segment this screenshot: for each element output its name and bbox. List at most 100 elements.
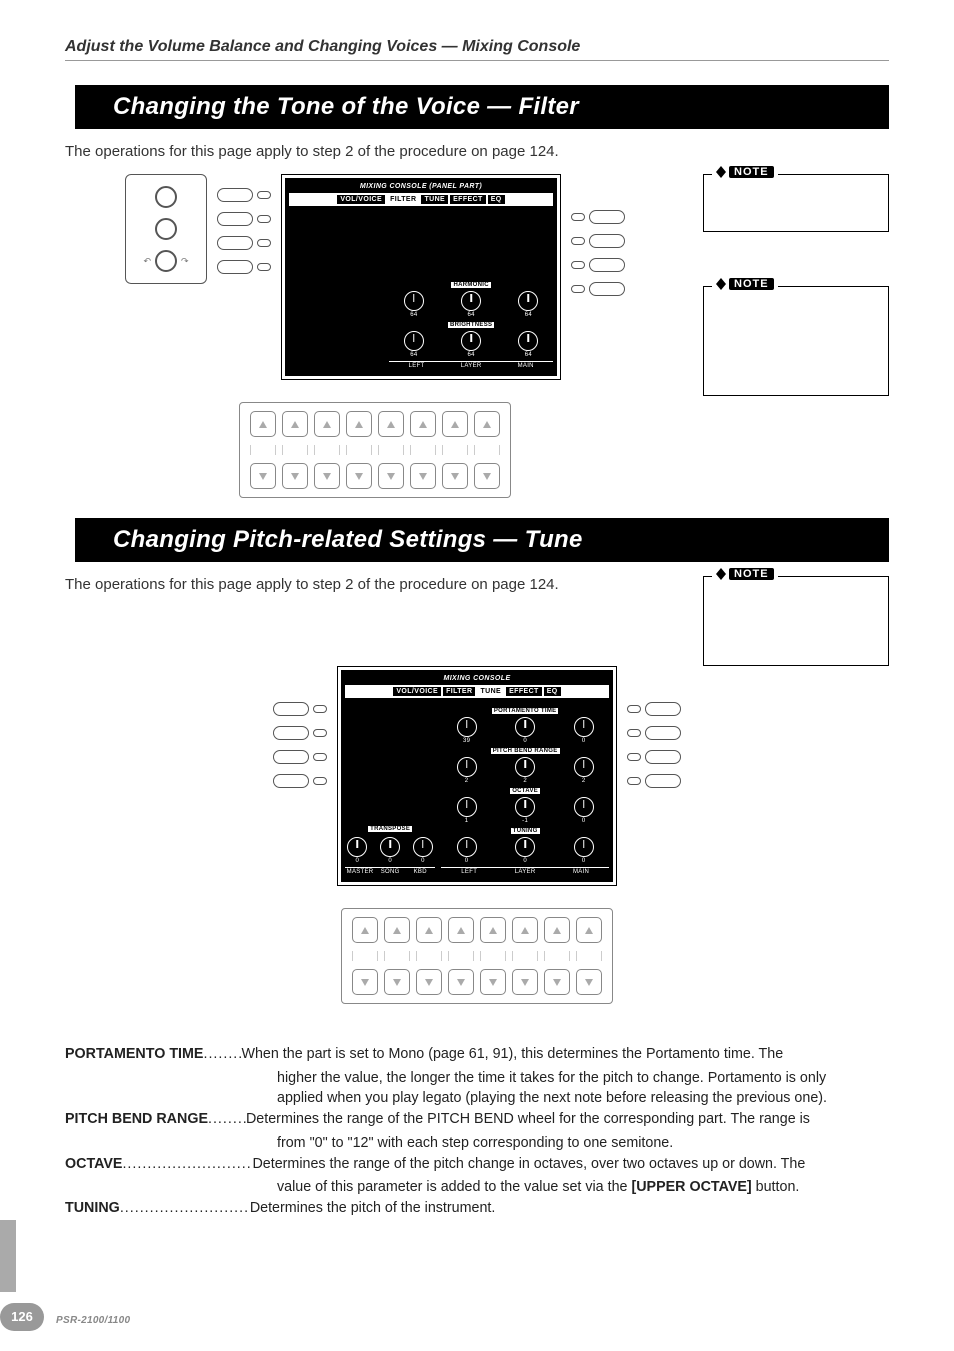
knob-value: 0	[413, 858, 433, 864]
arrow-down-button	[384, 969, 410, 995]
knob-icon	[574, 797, 594, 817]
tab: EQ	[543, 686, 562, 697]
col-label: LEFT	[441, 867, 497, 876]
knob-icon	[457, 797, 477, 817]
arrow-down-button	[378, 463, 404, 489]
oval-button	[645, 726, 681, 740]
oval-button-small	[313, 705, 327, 713]
knob-icon	[380, 837, 400, 857]
oval-button	[589, 210, 625, 224]
tab: VOL/VOICE	[392, 686, 442, 697]
def-text-cont: applied when you play legato (playing th…	[277, 1088, 889, 1109]
diagram-tune-area: MIXING CONSOLE VOL/VOICE FILTER TUNE EFF…	[65, 666, 889, 1004]
note-box-tune: NOTE	[703, 576, 889, 666]
oval-button-small	[627, 753, 641, 761]
panel-left-buttons	[217, 174, 271, 274]
col-label: LEFT	[389, 361, 444, 370]
screen-title: MIXING CONSOLE (PANEL PART)	[289, 182, 553, 191]
device-row-tune: MIXING CONSOLE VOL/VOICE FILTER TUNE EFF…	[273, 666, 681, 886]
oval-button-small	[571, 237, 585, 245]
def-label-octave: OCTAVE	[65, 1154, 122, 1175]
def-text: Determines the range of the pitch change…	[252, 1154, 889, 1175]
def-text-cont: higher the value, the longer the time it…	[277, 1068, 889, 1089]
def-text-cont: from "0" to "12" with each step correspo…	[277, 1133, 889, 1154]
oval-button-small	[313, 753, 327, 761]
knob-icon	[461, 291, 481, 311]
panel-left-buttons-tune	[273, 666, 327, 788]
knob-icon	[574, 717, 594, 737]
knob-icon	[574, 757, 594, 777]
oval-button	[273, 702, 309, 716]
knob-value: 0	[515, 738, 535, 744]
arrow-up-button	[282, 411, 308, 437]
oval-button-small	[257, 239, 271, 247]
oval-button	[217, 260, 253, 274]
section-label-transpose: TRANSPOSE	[368, 826, 412, 832]
oval-button	[273, 774, 309, 788]
knob-value: 2	[457, 778, 477, 784]
arrow-down-button	[416, 969, 442, 995]
diagram-filter-area: ↶↷ MIXING CONSOLE (PANEL PART) VOL/VOICE…	[65, 174, 889, 498]
def-text: When the part is set to Mono (page 61, 9…	[241, 1044, 889, 1065]
arrow-down-button	[250, 463, 276, 489]
panel-knob-icon	[155, 250, 177, 272]
knob-icon	[404, 331, 424, 351]
arrow-up-button	[416, 917, 442, 943]
oval-button-small	[627, 777, 641, 785]
section-label-harmonic: HARMONIC	[451, 282, 490, 288]
note-label: NOTE	[729, 278, 774, 290]
note-label: NOTE	[729, 568, 774, 580]
knob-icon	[461, 331, 481, 351]
tab: EFFECT	[449, 194, 487, 205]
under-buttons-row-tune	[341, 908, 613, 1004]
def-label-pitchbend: PITCH BEND RANGE	[65, 1109, 208, 1130]
oval-button-small	[627, 705, 641, 713]
arrow-up-button	[378, 411, 404, 437]
oval-button-small	[313, 729, 327, 737]
arrow-up-button	[442, 411, 468, 437]
knob-icon	[574, 837, 594, 857]
arrow-down-button	[346, 463, 372, 489]
arrow-up-button	[410, 411, 436, 437]
oval-button	[645, 702, 681, 716]
arrow-down-button	[314, 463, 340, 489]
panel-right-buttons	[571, 174, 625, 296]
knob-value: 0	[574, 858, 594, 864]
arrow-up-button	[576, 917, 602, 943]
def-label-portamento: PORTAMENTO TIME	[65, 1044, 203, 1065]
def-label-tuning: TUNING	[65, 1198, 120, 1219]
col-label: MAIN	[498, 361, 553, 370]
knob-value: 64	[518, 312, 538, 318]
screen-tabs: VOL/VOICE FILTER TUNE EFFECT EQ	[289, 193, 553, 206]
parameter-definitions: PORTAMENTO TIME When the part is set to …	[65, 1044, 889, 1219]
arrow-up-button	[448, 917, 474, 943]
note-box-1: NOTE	[703, 174, 889, 232]
panel-right-buttons-tune	[627, 666, 681, 788]
screen-title-tune: MIXING CONSOLE	[345, 674, 609, 683]
note-icon	[716, 568, 726, 580]
def-text-bold: [UPPER OCTAVE]	[631, 1179, 751, 1195]
arrow-down-button	[448, 969, 474, 995]
col-label: MASTER	[345, 867, 375, 876]
knob-value: 2	[574, 778, 594, 784]
arrow-up-button	[346, 411, 372, 437]
section-label: PITCH BEND RANGE	[491, 748, 560, 754]
device-row: ↶↷ MIXING CONSOLE (PANEL PART) VOL/VOICE…	[125, 174, 625, 380]
col-label: LAYER	[497, 867, 553, 876]
arrow-up-button	[512, 917, 538, 943]
tab: TUNE	[420, 194, 449, 205]
arrow-up-button	[250, 411, 276, 437]
note-icon	[716, 166, 726, 178]
oval-button	[217, 236, 253, 250]
panel-knob-icon	[155, 218, 177, 240]
tab: EFFECT	[505, 686, 543, 697]
oval-button	[589, 234, 625, 248]
section-intro-filter: The operations for this page apply to st…	[65, 143, 889, 160]
knob-value: 0	[515, 858, 535, 864]
knob-icon	[457, 757, 477, 777]
page-edge-tab	[0, 1220, 16, 1292]
arrow-down-button	[576, 969, 602, 995]
section-label: TUNING	[511, 828, 540, 834]
oval-button-small	[571, 213, 585, 221]
knob-icon	[518, 291, 538, 311]
